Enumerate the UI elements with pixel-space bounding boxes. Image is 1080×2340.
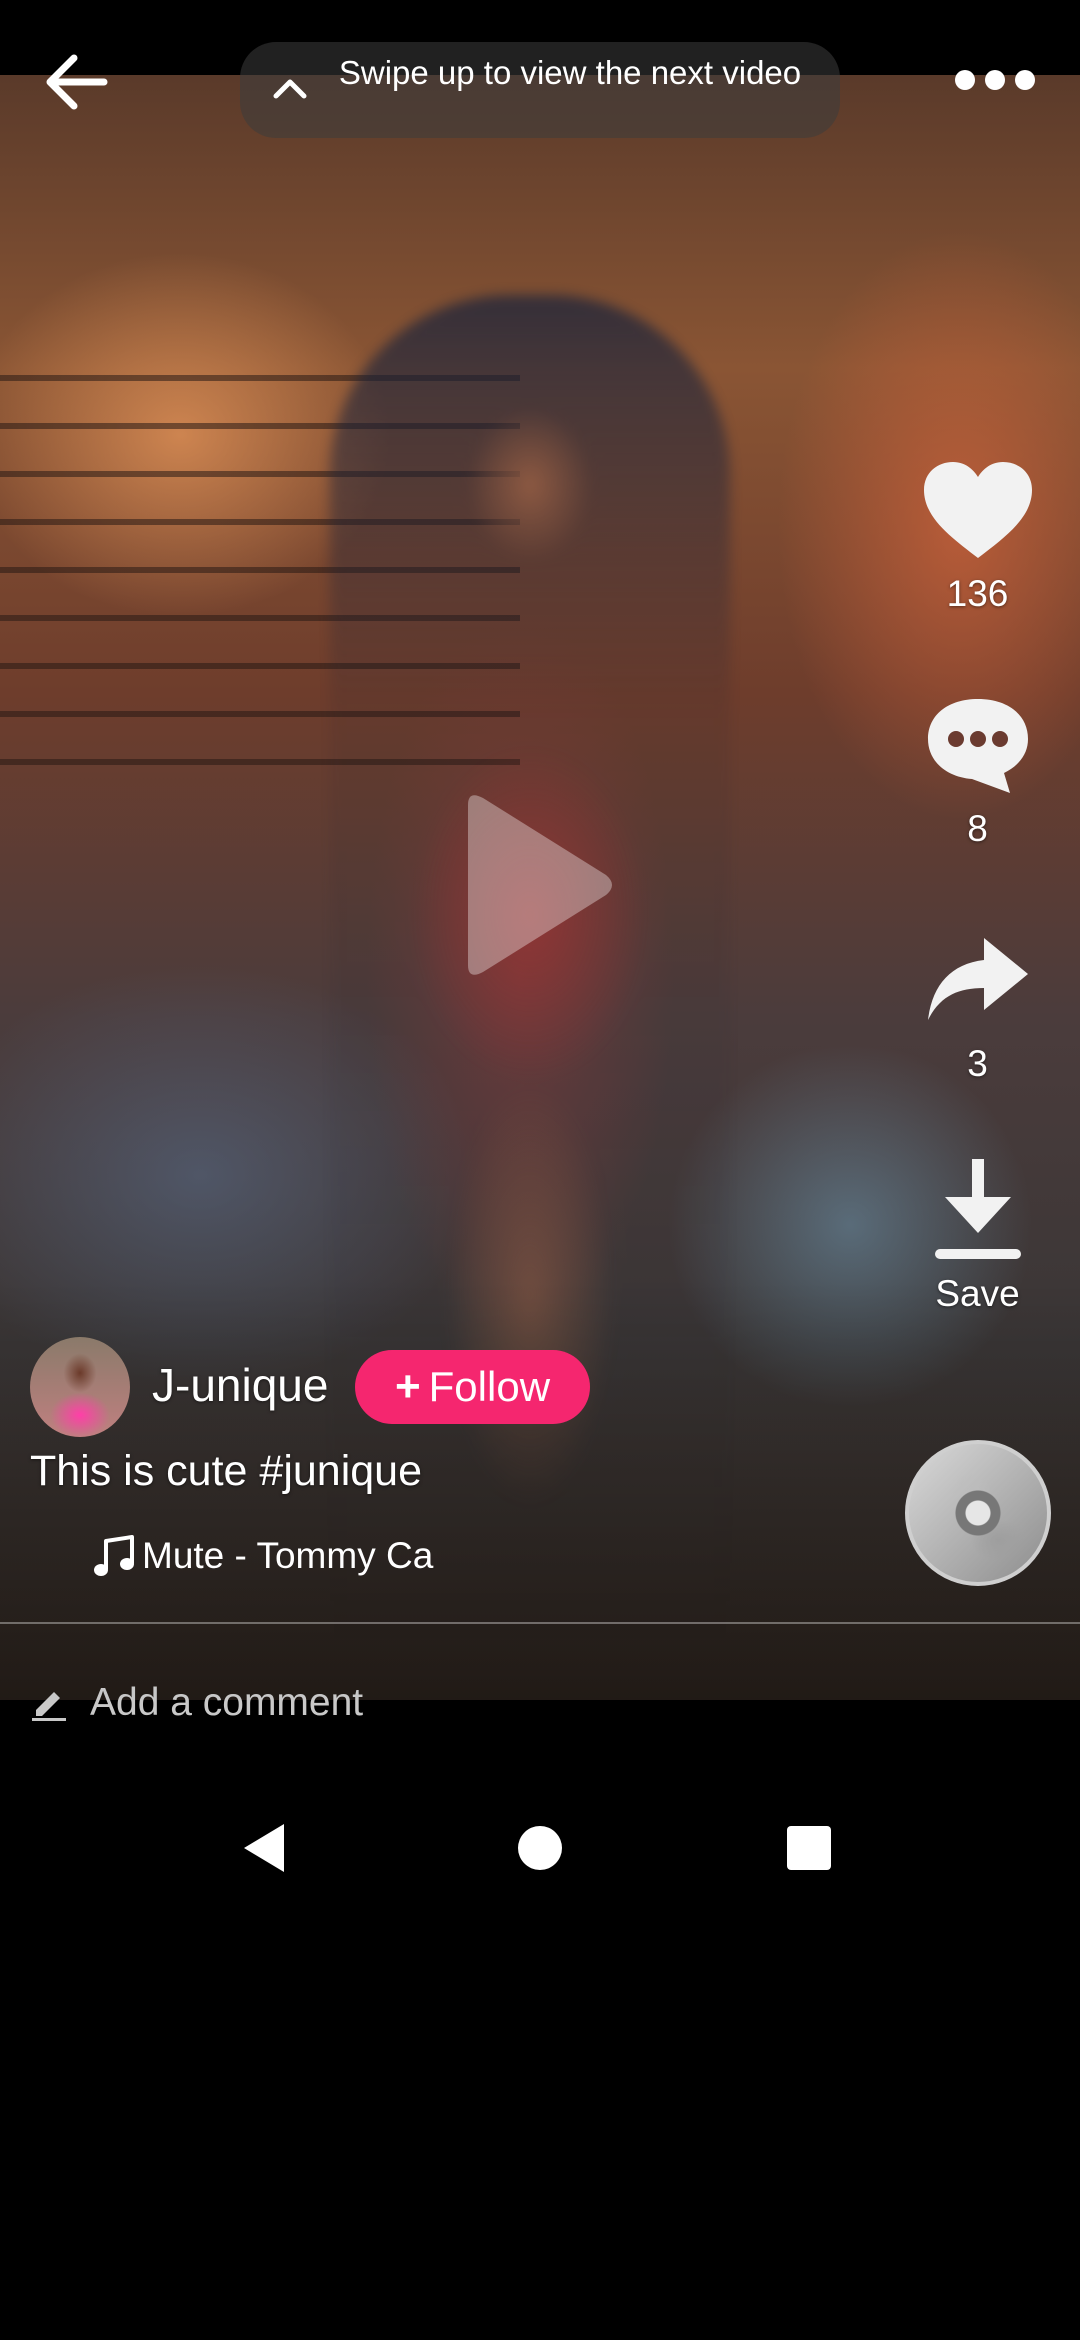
save-button[interactable]: Save bbox=[905, 1155, 1050, 1315]
share-arrow-icon bbox=[927, 938, 1028, 1020]
share-count: 3 bbox=[967, 1043, 988, 1084]
plus-icon: + bbox=[394, 1362, 421, 1411]
swipe-up-hint[interactable]: Swipe up to view the next video bbox=[240, 42, 840, 138]
chevron-up-icon bbox=[273, 79, 307, 99]
music-track[interactable]: Mute - Tommy Ca bbox=[92, 1530, 447, 1582]
more-icon-dot-2 bbox=[985, 70, 1005, 90]
music-track-title: Mute - Tommy Ca bbox=[142, 1535, 434, 1576]
more-icon bbox=[955, 70, 975, 90]
like-button[interactable]: 136 bbox=[905, 455, 1050, 615]
comment-placeholder: Add a comment bbox=[90, 1680, 364, 1724]
share-button[interactable]: 3 bbox=[905, 925, 1050, 1085]
music-disc[interactable] bbox=[905, 1440, 1051, 1586]
like-count: 136 bbox=[946, 573, 1009, 614]
divider bbox=[0, 1622, 1080, 1624]
comment-button[interactable]: 8 bbox=[905, 690, 1050, 850]
follow-button[interactable]: + Follow bbox=[355, 1350, 590, 1424]
username[interactable]: J-unique bbox=[152, 1358, 328, 1412]
more-icon-dot-3 bbox=[1015, 70, 1035, 90]
pencil-icon bbox=[32, 1691, 66, 1721]
heart-icon bbox=[923, 462, 1032, 558]
avatar[interactable] bbox=[30, 1337, 130, 1437]
nav-recents-icon[interactable] bbox=[787, 1826, 831, 1870]
nav-home-icon[interactable] bbox=[518, 1826, 562, 1870]
save-label: Save bbox=[935, 1273, 1020, 1314]
download-icon bbox=[934, 1159, 1021, 1259]
comment-input[interactable]: Add a comment bbox=[30, 1675, 363, 1730]
comment-bubble-icon bbox=[927, 699, 1028, 793]
play-icon[interactable] bbox=[458, 790, 618, 980]
back-arrow-icon bbox=[46, 54, 108, 110]
comment-count: 8 bbox=[967, 808, 988, 849]
video-screen: Swipe up to view the next video 136 8 3 … bbox=[0, 0, 1080, 2340]
nav-back-icon[interactable] bbox=[240, 1822, 288, 1874]
music-note-icon bbox=[94, 1535, 134, 1576]
more-options-button[interactable] bbox=[955, 60, 1035, 100]
video-caption: This is cute #junique bbox=[30, 1447, 422, 1495]
swipe-hint-text: Swipe up to view the next video bbox=[338, 54, 802, 91]
follow-label: Follow bbox=[428, 1363, 551, 1410]
back-button[interactable] bbox=[30, 42, 120, 122]
